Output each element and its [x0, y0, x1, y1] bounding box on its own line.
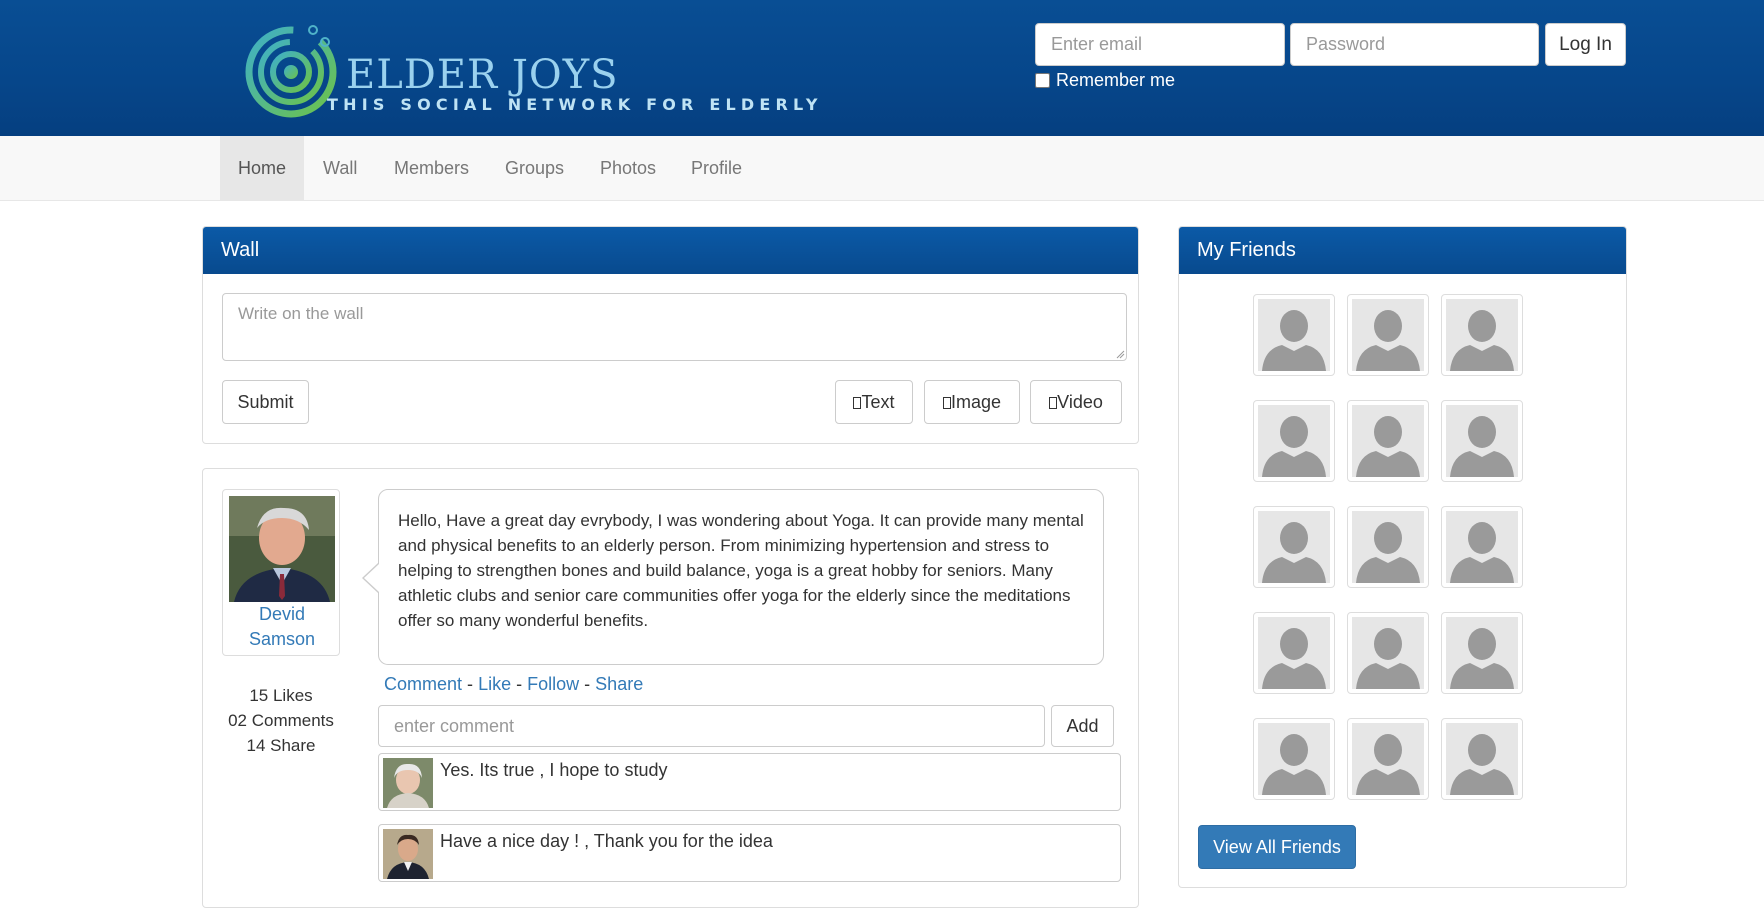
email-input[interactable]: Enter email — [1035, 23, 1285, 66]
nav-home[interactable]: Home — [220, 136, 304, 200]
author-photo-icon — [229, 496, 335, 602]
wall-textarea[interactable]: Write on the wall — [222, 293, 1127, 361]
follow-link[interactable]: Follow — [527, 674, 579, 694]
comment-input[interactable]: enter comment — [378, 705, 1045, 747]
password-input[interactable]: Password — [1290, 23, 1539, 66]
friend-thumbnail[interactable] — [1347, 612, 1429, 694]
site-header: ELDER JOYS THIS SOCIAL NETWORK FOR ELDER… — [0, 0, 1764, 136]
default-avatar-icon — [1352, 299, 1424, 371]
friend-thumbnail[interactable] — [1253, 612, 1335, 694]
default-avatar-icon — [1258, 511, 1330, 583]
default-avatar-icon — [1258, 405, 1330, 477]
author-name[interactable]: Devid Samson — [223, 602, 341, 652]
friend-thumbnail[interactable] — [1253, 294, 1335, 376]
default-avatar-icon — [1258, 617, 1330, 689]
shares-count: 14 Share — [246, 736, 316, 755]
nav-members[interactable]: Members — [394, 136, 469, 200]
like-link[interactable]: Like — [478, 674, 511, 694]
nav-groups[interactable]: Groups — [505, 136, 564, 200]
friend-thumbnail[interactable] — [1253, 718, 1335, 800]
likes-count: 15 Likes — [249, 686, 313, 705]
comment-item: Yes. Its true , I hope to study — [378, 753, 1121, 811]
default-avatar-icon — [1352, 617, 1424, 689]
submit-button[interactable]: Submit — [222, 380, 309, 424]
default-avatar-icon — [1446, 405, 1518, 477]
default-avatar-icon — [1446, 299, 1518, 371]
brand-title: ELDER JOYS — [346, 52, 619, 98]
friend-thumbnail[interactable] — [1347, 294, 1429, 376]
friend-thumbnail[interactable] — [1441, 294, 1523, 376]
share-link[interactable]: Share — [595, 674, 643, 694]
resize-handle-icon[interactable] — [1116, 350, 1125, 359]
author-card[interactable]: Devid Samson — [222, 489, 340, 656]
wall-title: Wall — [203, 227, 1138, 274]
add-comment-button[interactable]: Add — [1051, 705, 1114, 747]
nav-profile[interactable]: Profile — [691, 136, 742, 200]
default-avatar-icon — [1258, 299, 1330, 371]
comment-text: Yes. Its true , I hope to study — [440, 760, 668, 780]
friend-thumbnail[interactable] — [1441, 612, 1523, 694]
friend-thumbnail[interactable] — [1347, 718, 1429, 800]
nav-wall[interactable]: Wall — [323, 136, 357, 200]
commenter-photo-icon — [383, 758, 433, 808]
friend-thumbnail[interactable] — [1253, 506, 1335, 588]
login-button[interactable]: Log In — [1545, 23, 1626, 66]
commenter-photo-icon — [383, 829, 433, 879]
friend-thumbnail[interactable] — [1441, 400, 1523, 482]
brand-logo[interactable]: ELDER JOYS THIS SOCIAL NETWORK FOR ELDER… — [245, 20, 817, 120]
default-avatar-icon — [1352, 511, 1424, 583]
main-nav: Home Wall Members Groups Photos Profile — [0, 136, 1764, 201]
brand-tagline: THIS SOCIAL NETWORK FOR ELDERLY — [327, 95, 823, 114]
default-avatar-icon — [1446, 617, 1518, 689]
remember-checkbox[interactable] — [1035, 73, 1050, 88]
video-button[interactable]: Video — [1030, 380, 1122, 424]
wall-panel: Wall Write on the wall Submit Text Image… — [202, 226, 1139, 444]
post-actions: Comment - Like - Follow - Share — [384, 674, 644, 694]
commenter-avatar[interactable] — [383, 758, 433, 808]
friends-panel: My Friends View All Friends — [1178, 226, 1627, 888]
default-avatar-icon — [1446, 723, 1518, 795]
remember-label: Remember me — [1056, 70, 1176, 90]
remember-me[interactable]: Remember me — [1035, 70, 1175, 91]
friend-thumbnail[interactable] — [1253, 400, 1335, 482]
friend-thumbnail[interactable] — [1347, 506, 1429, 588]
default-avatar-icon — [1258, 723, 1330, 795]
text-button[interactable]: Text — [835, 380, 913, 424]
commenter-avatar[interactable] — [383, 829, 433, 879]
default-avatar-icon — [1352, 723, 1424, 795]
friend-thumbnail[interactable] — [1441, 506, 1523, 588]
post-panel: Devid Samson 15 Likes 02 Comments 14 Sha… — [202, 468, 1139, 908]
default-avatar-icon — [1352, 405, 1424, 477]
comment-text: Have a nice day ! , Thank you for the id… — [440, 831, 773, 851]
comment-link[interactable]: Comment — [384, 674, 462, 694]
bubble-arrow-inner — [364, 564, 379, 592]
comment-item: Have a nice day ! , Thank you for the id… — [378, 824, 1121, 882]
view-all-friends-button[interactable]: View All Friends — [1198, 825, 1356, 869]
nav-photos[interactable]: Photos — [600, 136, 656, 200]
post-body: Hello, Have a great day evrybody, I was … — [378, 489, 1104, 665]
friend-thumbnail[interactable] — [1441, 718, 1523, 800]
image-icon — [942, 397, 951, 409]
friend-thumbnail[interactable] — [1347, 400, 1429, 482]
video-icon — [1049, 397, 1058, 409]
post-stats: 15 Likes 02 Comments 14 Share — [207, 683, 355, 758]
image-button[interactable]: Image — [924, 380, 1020, 424]
author-avatar[interactable] — [229, 496, 335, 602]
comments-count: 02 Comments — [228, 711, 334, 730]
friends-title: My Friends — [1179, 227, 1626, 274]
default-avatar-icon — [1446, 511, 1518, 583]
